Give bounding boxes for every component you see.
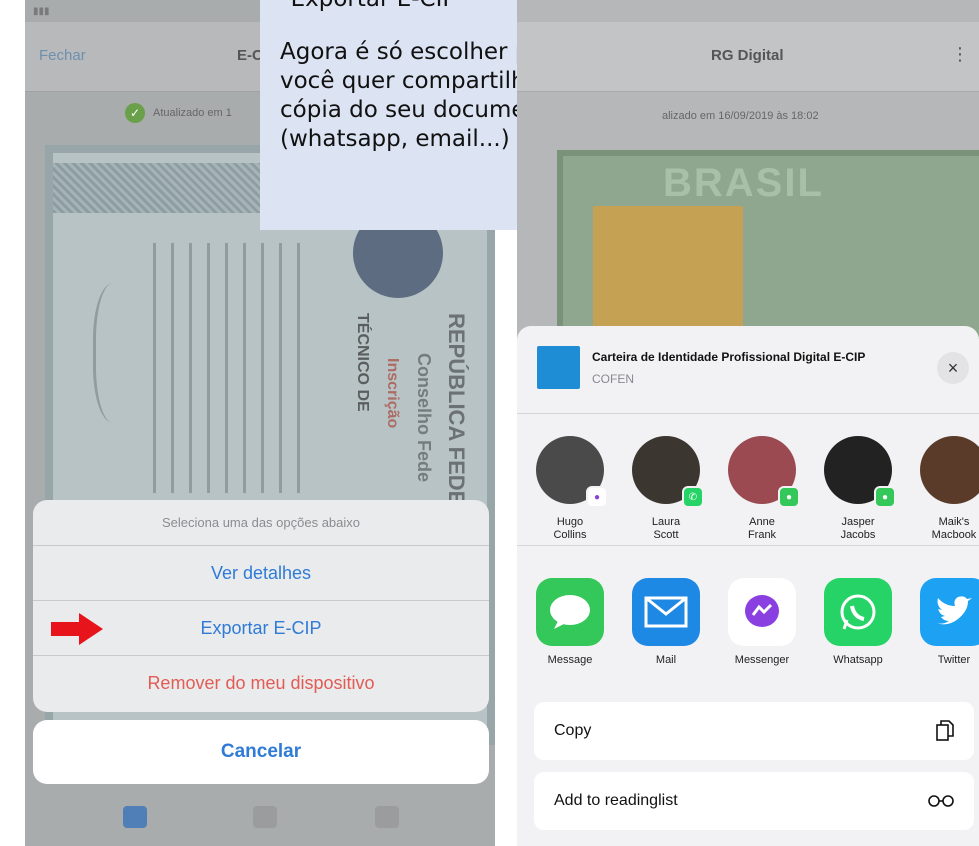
share-subtitle: COFEN [592, 372, 634, 386]
document-conselho: Conselho Fede [414, 353, 434, 483]
document-inscricao: Inscrição [384, 358, 401, 429]
cancel-button[interactable]: Cancelar [33, 720, 489, 784]
copy-button[interactable]: Copy [534, 702, 974, 760]
exportar-ecip-label: Exportar E-CIP [200, 617, 322, 638]
document-republica: REPÚBLICA FEDE [444, 313, 469, 506]
more-icon[interactable]: ⋮ [951, 44, 969, 65]
updated-status: ✓ Atualizado em 1 [125, 103, 232, 123]
remover-button[interactable]: Remover do meu dispositivo [33, 656, 489, 711]
readinglist-label: Add to readinglist [554, 792, 678, 809]
glasses-icon [928, 795, 954, 807]
action-sheet-header: Seleciona uma das opções abaixo [33, 500, 489, 546]
share-sheet: Carteira de Identidade Profissional Digi… [517, 326, 979, 846]
app-messenger[interactable]: Messenger [717, 578, 807, 666]
updated-text: alizado em 16/09/2019 às 18:02 [662, 110, 819, 122]
profile-tab-icon[interactable] [123, 806, 147, 828]
qr-tab-icon[interactable] [375, 806, 399, 828]
message-icon: ● [874, 486, 896, 508]
apps-row: Message Mail Messenger Whatsapp Twitter [517, 578, 979, 688]
nav-title: E-C [237, 47, 263, 64]
red-arrow-icon [51, 613, 103, 645]
nav-title: RG Digital [711, 47, 784, 64]
app-label: Twitter [937, 654, 971, 666]
right-phone-screen: RG Digital ⋮ alizado em 16/09/2019 às 18… [517, 0, 979, 846]
contact-item[interactable]: ● Jasper Jacobs [813, 436, 903, 542]
app-thumbnail [537, 346, 580, 389]
messenger-icon [728, 578, 796, 646]
rg-photo [593, 206, 743, 346]
share-title: Carteira de Identidade Profissional Digi… [592, 350, 866, 364]
cancel-label: Cancelar [220, 741, 302, 762]
contact-name: Maik's Macbook [931, 516, 977, 541]
app-message[interactable]: Message [525, 578, 615, 666]
card-tab-icon[interactable] [253, 806, 277, 828]
nav-bar: RG Digital ⋮ [517, 22, 979, 92]
whatsapp-icon: ✆ [682, 486, 704, 508]
rg-card: BRASIL [557, 150, 979, 350]
app-label: Message [547, 654, 593, 666]
close-button[interactable]: Fechar [39, 47, 86, 64]
contact-item[interactable]: Maik's Macbook [909, 436, 979, 542]
contact-name: Hugo Collins [553, 516, 587, 541]
avatar: ✆ [632, 436, 704, 508]
copy-label: Copy [554, 722, 592, 739]
contact-item[interactable]: ✆ Laura Scott [621, 436, 711, 542]
message-icon: ● [778, 486, 800, 508]
contacts-row: ● Hugo Collins ✆ Laura Scott ● Anne Fran… [517, 436, 979, 546]
status-bar [517, 0, 979, 22]
contact-item[interactable]: ● Hugo Collins [525, 436, 615, 542]
mail-icon [632, 578, 700, 646]
avatar [920, 436, 979, 504]
messenger-icon: ● [586, 486, 608, 508]
remover-label: Remover do meu dispositivo [147, 673, 375, 693]
whatsapp-icon [824, 578, 892, 646]
updated-text: Atualizado em 1 [153, 107, 232, 119]
avatar: ● [824, 436, 896, 508]
check-icon: ✓ [125, 103, 145, 123]
avatar: ● [536, 436, 608, 508]
app-label: Mail [655, 654, 677, 666]
rg-card-title: BRASIL [663, 161, 824, 205]
app-twitter[interactable]: Twitter [909, 578, 979, 666]
signature [93, 283, 143, 423]
twitter-icon [920, 578, 979, 646]
contact-name: Anne Frank [747, 516, 777, 541]
ver-detalhes-button[interactable]: Ver detalhes [33, 546, 489, 601]
app-label: Whatsapp [833, 654, 883, 666]
message-icon [536, 578, 604, 646]
contact-name: Laura Scott [651, 516, 681, 541]
contact-item[interactable]: ● Anne Frank [717, 436, 807, 542]
close-icon[interactable]: × [937, 352, 969, 384]
exportar-ecip-button[interactable]: Exportar E-CIP [33, 601, 489, 656]
document-fields [153, 243, 303, 493]
app-mail[interactable]: Mail [621, 578, 711, 666]
avatar: ● [728, 436, 800, 508]
ver-detalhes-label: Ver detalhes [210, 562, 312, 583]
action-sheet: Seleciona uma das opções abaixo Ver deta… [33, 500, 489, 712]
share-header: Carteira de Identidade Profissional Digi… [517, 326, 979, 414]
copy-icon [936, 720, 954, 741]
app-label: Messenger [734, 654, 790, 666]
document-tecnico: TÉCNICO DE [354, 313, 371, 412]
app-whatsapp[interactable]: Whatsapp [813, 578, 903, 666]
add-to-readinglist-button[interactable]: Add to readinglist [534, 772, 974, 830]
contact-name: Jasper Jacobs [840, 516, 876, 541]
